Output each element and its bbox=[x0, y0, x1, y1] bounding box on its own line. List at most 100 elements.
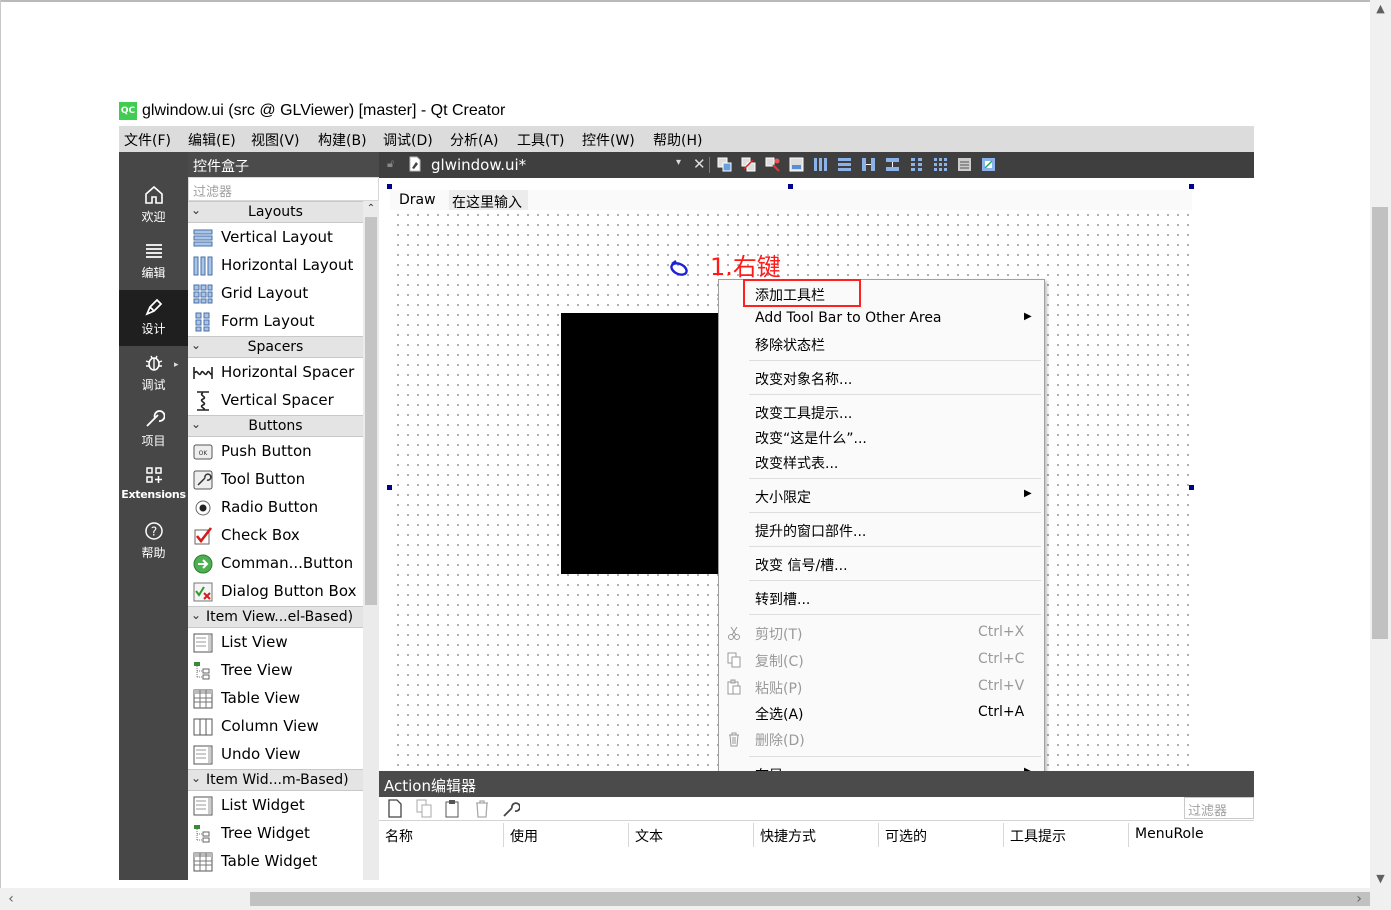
widget-column-view[interactable]: Column View bbox=[188, 713, 363, 741]
selection-handle[interactable] bbox=[387, 485, 392, 490]
column-header-tooltip[interactable]: 工具提示 bbox=[1010, 826, 1066, 846]
category-buttons[interactable]: ⌄ Buttons bbox=[188, 415, 363, 437]
mode-projects[interactable]: 项目 bbox=[119, 402, 188, 458]
widget-check-box[interactable]: Check Box bbox=[188, 522, 363, 550]
column-divider[interactable] bbox=[1003, 823, 1004, 847]
widget-horizontal-layout[interactable]: Horizontal Layout bbox=[188, 252, 363, 280]
layout-form-icon[interactable] bbox=[909, 157, 924, 172]
menu-edit[interactable]: 编辑(E) bbox=[188, 130, 236, 150]
mode-extensions[interactable]: Extensions bbox=[119, 458, 188, 514]
widget-form-layout[interactable]: Form Layout bbox=[188, 308, 363, 336]
menu-item-remove-statusbar[interactable]: 移除状态栏 bbox=[719, 332, 1044, 356]
menu-view[interactable]: 视图(V) bbox=[251, 130, 300, 150]
category-layouts[interactable]: ⌄ Layouts bbox=[188, 201, 363, 223]
menu-item-change-signals-slots[interactable]: 改变 信号/槽... bbox=[719, 552, 1044, 576]
widget-undo-view[interactable]: Undo View bbox=[188, 741, 363, 769]
layout-horizontally-icon[interactable] bbox=[813, 157, 828, 172]
menu-item-change-object-name[interactable]: 改变对象名称... bbox=[719, 366, 1044, 390]
menu-item-delete[interactable]: 删除(D) bbox=[719, 727, 1044, 751]
edit-buddies-icon[interactable] bbox=[765, 157, 780, 172]
widget-box-filter-input[interactable]: 过滤器 bbox=[188, 177, 379, 201]
chevron-down-icon[interactable]: ▾ bbox=[676, 157, 681, 168]
vertical-scroll-thumb[interactable] bbox=[1372, 207, 1388, 639]
column-divider[interactable] bbox=[628, 823, 629, 847]
mode-edit[interactable]: 编辑 bbox=[119, 234, 188, 290]
layout-vertically-icon[interactable] bbox=[837, 157, 852, 172]
menu-item-promote-widget[interactable]: 提升的窗口部件... bbox=[719, 518, 1044, 542]
form-menu-draw[interactable]: Draw bbox=[399, 192, 436, 208]
column-divider[interactable] bbox=[753, 823, 754, 847]
widget-table-view[interactable]: Table View bbox=[188, 685, 363, 713]
category-item-widgets[interactable]: ⌄ Item Wid...m-Based) bbox=[188, 769, 363, 791]
widget-box-scroll-thumb[interactable] bbox=[365, 217, 377, 605]
mode-welcome[interactable]: 欢迎 bbox=[119, 178, 188, 234]
selection-handle[interactable] bbox=[387, 184, 392, 189]
mode-expand-arrow-icon[interactable]: ▸ bbox=[174, 360, 179, 370]
break-layout-icon[interactable] bbox=[957, 157, 972, 172]
edit-tab-order-icon[interactable] bbox=[789, 157, 804, 172]
menu-item-cut[interactable]: 剪切(T) Ctrl+X bbox=[719, 621, 1044, 645]
form-menu-type-here[interactable]: 在这里输入 bbox=[449, 190, 528, 211]
menu-item-change-tooltip[interactable]: 改变工具提示... bbox=[719, 400, 1044, 424]
delete-action-icon[interactable] bbox=[473, 799, 491, 818]
menu-item-paste[interactable]: 粘贴(P) Ctrl+V bbox=[719, 675, 1044, 699]
column-header-shortcut[interactable]: 快捷方式 bbox=[760, 826, 816, 846]
menu-help[interactable]: 帮助(H) bbox=[653, 130, 702, 150]
menu-debug[interactable]: 调试(D) bbox=[383, 130, 433, 150]
widget-radio-button[interactable]: Radio Button bbox=[188, 494, 363, 522]
widget-dialog-button-box[interactable]: Dialog Button Box bbox=[188, 578, 363, 606]
widget-box-scrollbar[interactable]: ⌃ bbox=[363, 201, 379, 880]
widget-list-view[interactable]: List View bbox=[188, 629, 363, 657]
horizontal-scroll-thumb[interactable] bbox=[250, 892, 1370, 906]
scroll-down-icon[interactable]: ▼ bbox=[1370, 870, 1391, 888]
open-file-name[interactable]: glwindow.ui* bbox=[431, 156, 526, 174]
category-spacers[interactable]: ⌄ Spacers bbox=[188, 336, 363, 358]
action-editor-filter-input[interactable]: 过滤器 bbox=[1184, 797, 1254, 819]
page-horizontal-scrollbar[interactable]: ‹ › bbox=[0, 888, 1391, 910]
mode-design[interactable]: 设计 bbox=[119, 290, 188, 346]
menu-file[interactable]: 文件(F) bbox=[124, 130, 171, 150]
widget-tool-button[interactable]: Tool Button bbox=[188, 466, 363, 494]
close-icon[interactable]: ✕ bbox=[693, 155, 706, 173]
menu-tools[interactable]: 工具(T) bbox=[517, 130, 564, 150]
column-header-menurole[interactable]: MenuRole bbox=[1135, 826, 1204, 842]
column-header-checkable[interactable]: 可选的 bbox=[885, 826, 927, 846]
menu-item-add-toolbar-other-area[interactable]: Add Tool Bar to Other Area ▶ bbox=[719, 307, 1044, 331]
widget-list-widget[interactable]: List Widget bbox=[188, 792, 363, 820]
column-divider[interactable] bbox=[503, 823, 504, 847]
layout-splitter-vertical-icon[interactable] bbox=[885, 157, 900, 172]
selection-handle[interactable] bbox=[788, 184, 793, 189]
widget-vertical-spacer[interactable]: Vertical Spacer bbox=[188, 387, 363, 415]
scroll-up-icon[interactable]: ▲ bbox=[1370, 0, 1391, 18]
widget-push-button[interactable]: OK Push Button bbox=[188, 438, 363, 466]
layout-grid-icon[interactable] bbox=[933, 157, 948, 172]
scroll-up-icon[interactable]: ⌃ bbox=[363, 201, 379, 217]
menu-build[interactable]: 构建(B) bbox=[318, 130, 367, 150]
column-header-name[interactable]: 名称 bbox=[385, 826, 413, 846]
page-vertical-scrollbar[interactable]: ▲ ▼ bbox=[1370, 0, 1391, 888]
edit-widgets-icon[interactable] bbox=[717, 157, 732, 172]
column-divider[interactable] bbox=[878, 823, 879, 847]
menu-item-copy[interactable]: 复制(C) Ctrl+C bbox=[719, 648, 1044, 672]
menu-analyze[interactable]: 分析(A) bbox=[450, 130, 499, 150]
menu-widgets[interactable]: 控件(W) bbox=[582, 130, 635, 150]
menu-item-change-whats-this[interactable]: 改变“这是什么”... bbox=[719, 425, 1044, 449]
layout-splitter-horizontal-icon[interactable] bbox=[861, 157, 876, 172]
widget-command-link-button[interactable]: Comman...Button bbox=[188, 550, 363, 578]
widget-tree-widget[interactable]: Tree Widget bbox=[188, 820, 363, 848]
menu-item-goto-slot[interactable]: 转到槽... bbox=[719, 586, 1044, 610]
new-action-icon[interactable] bbox=[386, 799, 404, 818]
column-divider[interactable] bbox=[1128, 823, 1129, 847]
widget-horizontal-spacer[interactable]: Horizontal Spacer bbox=[188, 359, 363, 387]
paste-action-icon[interactable] bbox=[444, 799, 462, 818]
column-header-text[interactable]: 文本 bbox=[635, 826, 663, 846]
mode-help[interactable]: ? 帮助 bbox=[119, 514, 188, 570]
menu-item-select-all[interactable]: 全选(A) Ctrl+A bbox=[719, 701, 1044, 725]
selection-handle[interactable] bbox=[1189, 184, 1194, 189]
edit-signals-slots-icon[interactable] bbox=[741, 157, 756, 172]
widget-table-widget[interactable]: Table Widget bbox=[188, 848, 363, 876]
copy-action-icon[interactable] bbox=[415, 799, 433, 818]
adjust-size-icon[interactable] bbox=[981, 157, 996, 172]
widget-tree-view[interactable]: Tree View bbox=[188, 657, 363, 685]
column-header-used[interactable]: 使用 bbox=[510, 826, 538, 846]
